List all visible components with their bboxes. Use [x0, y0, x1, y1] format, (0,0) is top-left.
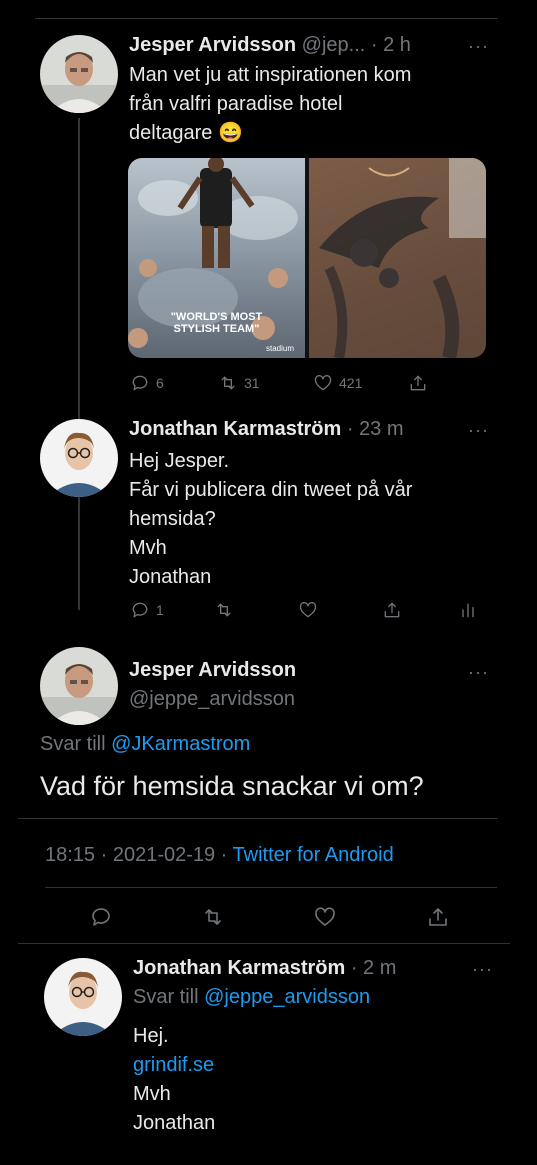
- timestamp[interactable]: 18:15 · 2021-02-19 ·: [45, 844, 233, 866]
- more-options-icon[interactable]: ···: [472, 959, 493, 980]
- tweet-text-line: Man vet ju att inspirationen kom: [129, 64, 412, 86]
- more-options-icon[interactable]: ···: [468, 420, 489, 441]
- reply-count: 1: [156, 602, 164, 618]
- heart-icon: [314, 375, 332, 391]
- avatar-jonathan[interactable]: [40, 419, 118, 497]
- retweet-icon: [205, 909, 221, 925]
- divider: [18, 818, 498, 819]
- avatar-jesper[interactable]: [40, 35, 118, 113]
- like-button[interactable]: [298, 600, 318, 620]
- tweet-text-line: Mvh: [133, 1083, 171, 1105]
- website-link[interactable]: grindif.se: [133, 1051, 215, 1080]
- reply-icon: [92, 908, 110, 926]
- tweet-text-line: Mvh: [129, 537, 167, 559]
- tweet-meta: 18:15 · 2021-02-19 · Twitter for Android: [45, 844, 394, 867]
- thread-line: [78, 118, 80, 610]
- reply-to-line: Svar till @JKarmastrom: [40, 733, 250, 756]
- poster-caption-line: STYLISH TEAM": [173, 323, 260, 335]
- reply-to-prefix: Svar till: [133, 986, 205, 1008]
- retweet-button[interactable]: [201, 905, 225, 929]
- tweet-text-line: från valfri paradise hotel: [129, 93, 343, 115]
- retweet-button[interactable]: 31: [218, 373, 260, 393]
- share-button[interactable]: [382, 600, 402, 620]
- heart-icon: [315, 907, 335, 926]
- reply-to-line: Svar till @jeppe_arvidsson: [133, 986, 370, 1009]
- author-handle[interactable]: @jep...: [302, 34, 366, 56]
- reply-to-handle[interactable]: @JKarmastrom: [111, 733, 250, 755]
- media-image-left[interactable]: "WORLD'S MOST STYLISH TEAM" stadium: [128, 158, 305, 358]
- like-button[interactable]: [313, 905, 337, 929]
- tweet-text-line: Jonathan: [133, 1112, 216, 1134]
- tweet-text-line: Jonathan: [129, 566, 212, 588]
- source-link[interactable]: Twitter for Android: [233, 844, 394, 866]
- like-button[interactable]: 421: [313, 373, 362, 393]
- reply-button[interactable]: 6: [130, 373, 164, 393]
- more-options-icon[interactable]: ···: [468, 36, 489, 57]
- author-name[interactable]: Jonathan Karmaström: [129, 418, 341, 440]
- analytics-button[interactable]: [458, 600, 478, 620]
- avatar-jonathan[interactable]: [44, 958, 122, 1036]
- reply-icon: [132, 602, 148, 618]
- poster-brand: stadium: [266, 344, 295, 353]
- author-name[interactable]: Jonathan Karmaström: [133, 957, 345, 979]
- reply-icon: [132, 375, 148, 391]
- divider: [45, 887, 497, 888]
- tweet-time[interactable]: · 2 h: [371, 34, 411, 56]
- main-tweet-text: Vad för hemsida snackar vi om?: [40, 771, 424, 801]
- author-name[interactable]: Jesper Arvidsson: [129, 34, 296, 56]
- share-icon: [384, 602, 400, 618]
- tweet-text: Man vet ju att inspirationen kom från va…: [129, 61, 411, 148]
- tweet-text: Hej Jesper. Får vi publicera din tweet p…: [129, 447, 412, 592]
- tweet-text-line: hemsida?: [129, 508, 216, 530]
- retweet-icon: [221, 376, 235, 390]
- tweet-text-line: deltagare 😄: [129, 122, 243, 144]
- author-name[interactable]: Jesper Arvidsson: [129, 659, 296, 682]
- avatar-jesper[interactable]: [40, 647, 118, 725]
- reply-to-prefix: Svar till: [40, 733, 112, 755]
- tweet-text-line: Hej Jesper.: [129, 450, 230, 472]
- poster-caption-line: "WORLD'S MOST: [170, 311, 263, 323]
- author-handle[interactable]: @jeppe_arvidsson: [129, 688, 295, 711]
- like-count: 421: [339, 375, 363, 391]
- retweet-icon: [217, 603, 231, 617]
- share-button[interactable]: [426, 905, 450, 929]
- analytics-icon: [462, 603, 474, 618]
- tweet-time[interactable]: · 2 m: [351, 957, 397, 979]
- reply-to-handle[interactable]: @jeppe_arvidsson: [204, 986, 370, 1008]
- media-image-right[interactable]: [309, 158, 486, 358]
- tweet-text-line: Hej.: [133, 1025, 169, 1047]
- heart-icon: [299, 602, 317, 618]
- media-grid[interactable]: "WORLD'S MOST STYLISH TEAM" stadium: [128, 158, 486, 358]
- share-button[interactable]: [408, 373, 428, 393]
- reply-count: 6: [156, 375, 164, 391]
- tweet-text-line: Får vi publicera din tweet på vår: [129, 479, 413, 501]
- top-divider: [35, 18, 498, 19]
- share-icon: [410, 375, 426, 391]
- tweet-time[interactable]: · 23 m: [347, 418, 404, 440]
- share-icon: [429, 908, 447, 926]
- tweet-text: Hej. grindif.se Mvh Jonathan: [133, 1022, 215, 1138]
- reply-button[interactable]: [89, 905, 113, 929]
- reply-button[interactable]: 1: [130, 600, 164, 620]
- divider: [18, 943, 510, 944]
- tattoo-image: [309, 158, 486, 358]
- more-options-icon[interactable]: ···: [468, 662, 489, 683]
- retweet-count: 31: [244, 375, 260, 391]
- retweet-button[interactable]: [214, 600, 234, 620]
